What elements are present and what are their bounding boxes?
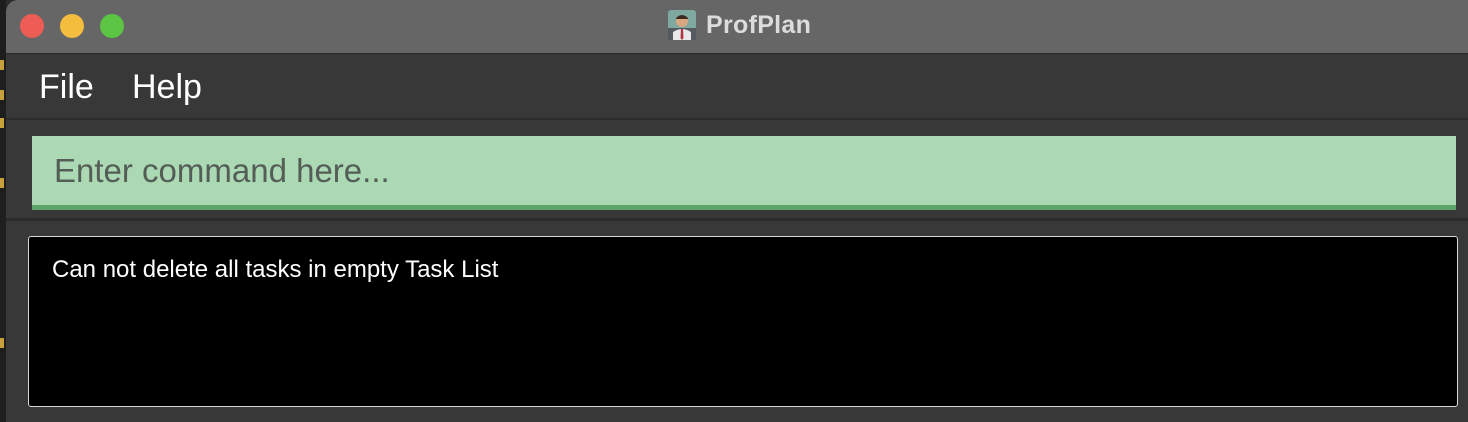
command-panel <box>6 120 1468 221</box>
app-window: ProfPlan File Help Can not delete all ta… <box>6 0 1468 422</box>
close-icon[interactable] <box>20 14 44 38</box>
menu-file[interactable]: File <box>39 68 94 106</box>
window-title: ProfPlan <box>706 10 812 39</box>
minimize-icon[interactable] <box>60 14 84 38</box>
result-message: Can not delete all tasks in empty Task L… <box>52 256 499 283</box>
menu-bar: File Help <box>6 54 1468 120</box>
command-box <box>32 136 1456 210</box>
result-panel: Can not delete all tasks in empty Task L… <box>6 221 1468 422</box>
window-title-group: ProfPlan <box>668 9 811 41</box>
result-display: Can not delete all tasks in empty Task L… <box>28 236 1458 407</box>
professor-avatar-icon <box>668 10 696 40</box>
command-input[interactable] <box>32 136 1456 205</box>
menu-help[interactable]: Help <box>132 68 202 106</box>
title-bar: ProfPlan <box>6 0 1468 54</box>
zoom-icon[interactable] <box>100 14 124 38</box>
